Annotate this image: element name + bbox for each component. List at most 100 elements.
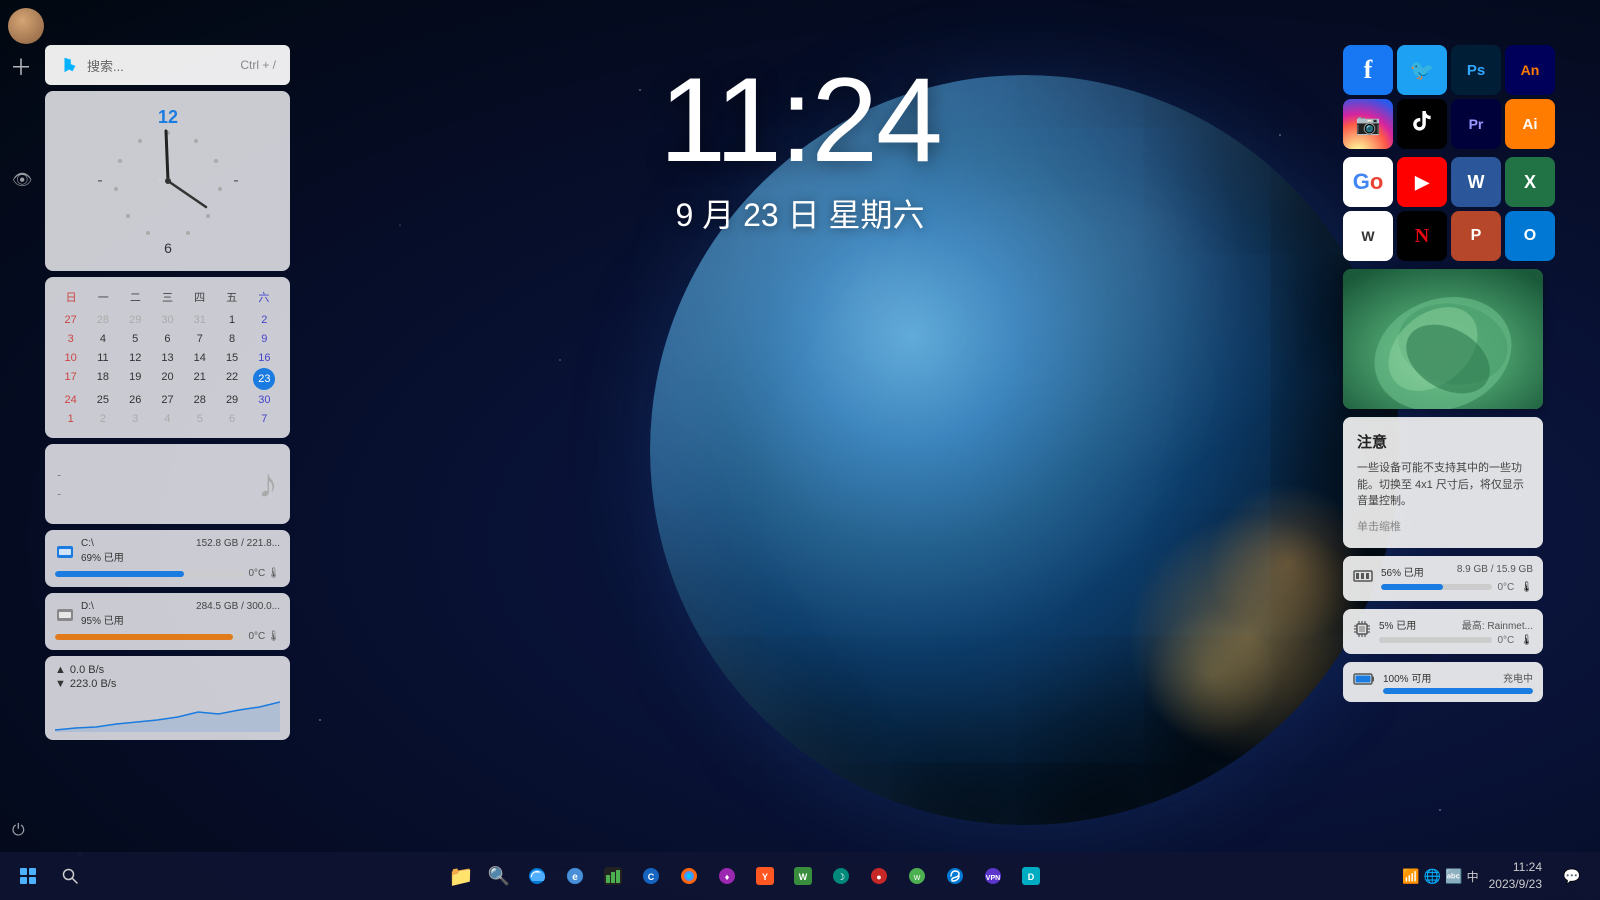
cal-day[interactable]: 5 — [184, 410, 215, 428]
cal-day[interactable]: 6 — [216, 410, 247, 428]
tray-wifi[interactable]: 📶 — [1402, 868, 1419, 885]
taskbar-app10[interactable]: W — [785, 858, 821, 894]
cal-day[interactable]: 25 — [87, 391, 118, 409]
cal-day[interactable]: 17 — [55, 368, 86, 390]
excel-app[interactable]: X — [1505, 157, 1555, 207]
taskbar-iexplore[interactable]: e — [557, 858, 593, 894]
cal-day[interactable]: 7 — [184, 330, 215, 348]
right-widget-panel: f 🐦 Ps An 📷 Pr Ai — [1343, 45, 1555, 702]
cal-day[interactable]: 28 — [87, 311, 118, 329]
youtube-app[interactable]: ▶ — [1397, 157, 1447, 207]
cal-day[interactable]: 5 — [120, 330, 151, 348]
cal-day[interactable]: 4 — [152, 410, 183, 428]
cal-day[interactable]: 11 — [87, 349, 118, 367]
taskbar-edge2[interactable] — [937, 858, 973, 894]
cal-day[interactable]: 8 — [216, 330, 247, 348]
cal-day[interactable]: 2 — [87, 410, 118, 428]
taskbar-firefox[interactable] — [671, 858, 707, 894]
tray-globe[interactable]: 🌐 — [1424, 868, 1441, 885]
cal-day[interactable]: 30 — [152, 311, 183, 329]
cal-day[interactable]: 2 — [249, 311, 280, 329]
taskbar-edge-blue[interactable] — [519, 858, 555, 894]
cal-day[interactable]: 22 — [216, 368, 247, 390]
bing-logo-icon — [59, 55, 79, 75]
cal-day[interactable]: 31 — [184, 311, 215, 329]
taskbar-app9[interactable]: Y — [747, 858, 783, 894]
notice-link[interactable]: 单击缩椎 — [1357, 518, 1529, 534]
cal-day[interactable]: 27 — [55, 311, 86, 329]
cal-day[interactable]: 29 — [216, 391, 247, 409]
cal-day[interactable]: 3 — [55, 330, 86, 348]
notice-widget: 注意 一些设备可能不支持其中的一些功能。切换至 4x1 尺寸后，将仅显示音量控制… — [1343, 417, 1543, 548]
taskbar-vpn[interactable]: VPN — [975, 858, 1011, 894]
twitter-app[interactable]: 🐦 — [1397, 45, 1447, 95]
cal-day[interactable]: 10 — [55, 349, 86, 367]
avatar[interactable] — [8, 8, 44, 44]
outlook-app[interactable]: O — [1505, 211, 1555, 261]
instagram-app[interactable]: 📷 — [1343, 99, 1393, 149]
taskbar-explorer[interactable]: 📁 — [443, 858, 479, 894]
illustrator-app[interactable]: Ai — [1505, 99, 1555, 149]
memory-bar-bg — [1381, 584, 1492, 590]
cal-day[interactable]: 16 — [249, 349, 280, 367]
storage-d-bar-fill — [55, 634, 233, 640]
cal-day[interactable]: 1 — [55, 410, 86, 428]
taskbar-app11[interactable]: ☽ — [823, 858, 859, 894]
cal-day[interactable]: 29 — [120, 311, 151, 329]
cal-day[interactable]: 19 — [120, 368, 151, 390]
tray-ime-text[interactable]: 中 — [1467, 868, 1479, 885]
google-app[interactable]: Goog — [1343, 157, 1393, 207]
taskbar-app12[interactable]: ● — [861, 858, 897, 894]
taskbar-task-manager[interactable] — [595, 858, 631, 894]
facebook-app[interactable]: f — [1343, 45, 1393, 95]
tray-translate[interactable]: 🔤 — [1445, 868, 1462, 885]
animate-app[interactable]: An — [1505, 45, 1555, 95]
search-bar[interactable]: 搜索... Ctrl + / — [45, 45, 290, 85]
taskbar-clock[interactable]: 11:24 2023/9/23 — [1483, 859, 1548, 893]
cal-day[interactable]: 3 — [120, 410, 151, 428]
clock-face-svg: 12 6 - - — [88, 101, 248, 261]
taskbar-search2[interactable]: 🔍 — [481, 858, 517, 894]
taskbar-app8[interactable]: ♦ — [709, 858, 745, 894]
taskbar-clockify[interactable]: C — [633, 858, 669, 894]
start-button[interactable] — [8, 856, 48, 896]
cal-day[interactable]: 30 — [249, 391, 280, 409]
taskbar-devtools[interactable]: D — [1013, 858, 1049, 894]
battery-icon — [1353, 672, 1375, 691]
eye-button[interactable]: 👁 — [12, 170, 32, 190]
cal-day[interactable]: 15 — [216, 349, 247, 367]
storage-d-bar-row: 0°C 🌡 — [55, 631, 280, 642]
cal-day[interactable]: 24 — [55, 391, 86, 409]
taskbar-wechat[interactable]: W — [899, 858, 935, 894]
word-app[interactable]: W — [1451, 157, 1501, 207]
cal-day[interactable]: 18 — [87, 368, 118, 390]
power-button[interactable]: ⏻ — [12, 822, 25, 840]
action-center-button[interactable]: 💬 — [1552, 856, 1592, 896]
cal-header-sat: 六 — [248, 287, 280, 307]
cal-day[interactable]: 21 — [184, 368, 215, 390]
cal-day[interactable]: 4 — [87, 330, 118, 348]
cal-day[interactable]: 6 — [152, 330, 183, 348]
cal-day[interactable]: 23 — [253, 368, 275, 390]
powerpoint-app[interactable]: P — [1451, 211, 1501, 261]
cal-day[interactable]: 26 — [120, 391, 151, 409]
cal-day[interactable]: 13 — [152, 349, 183, 367]
photoshop-app[interactable]: Ps — [1451, 45, 1501, 95]
cal-day[interactable]: 1 — [216, 311, 247, 329]
wikipedia-app[interactable]: W — [1343, 211, 1393, 261]
cal-day[interactable]: 12 — [120, 349, 151, 367]
cal-day[interactable]: 20 — [152, 368, 183, 390]
cal-day[interactable]: 27 — [152, 391, 183, 409]
cal-day[interactable]: 28 — [184, 391, 215, 409]
cal-day[interactable]: 9 — [249, 330, 280, 348]
battery-bar-row — [1383, 688, 1533, 694]
premiere-app[interactable]: Pr — [1451, 99, 1501, 149]
taskbar-time: 11:24 — [1489, 859, 1542, 876]
cal-day[interactable]: 7 — [249, 410, 280, 428]
wallpaper-preview[interactable] — [1343, 269, 1543, 409]
taskbar-search[interactable] — [50, 856, 90, 896]
add-widget-button[interactable]: ＋ — [10, 50, 32, 82]
tiktok-app[interactable] — [1397, 99, 1447, 149]
netflix-app[interactable]: N — [1397, 211, 1447, 261]
cal-day[interactable]: 14 — [184, 349, 215, 367]
